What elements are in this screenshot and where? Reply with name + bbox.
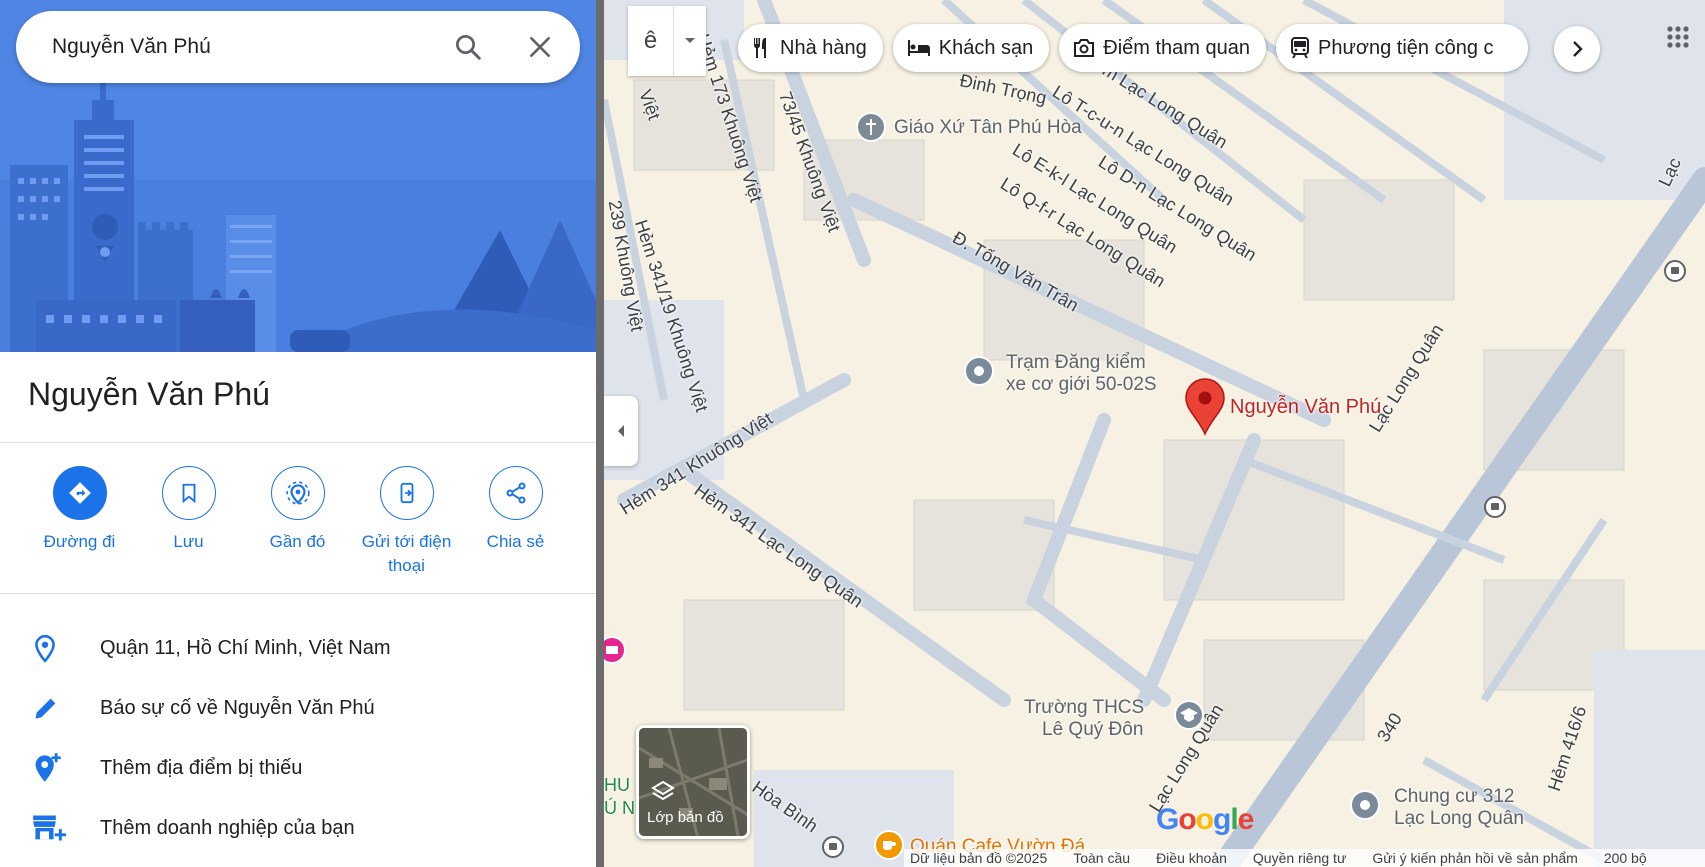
chevron-right-icon xyxy=(1573,41,1583,57)
hotel-icon xyxy=(907,40,930,56)
bookmark-icon xyxy=(161,466,216,520)
place-marker-label[interactable]: Nguyễn Văn Phú xyxy=(1230,396,1381,419)
address-text: Quận 11, Hồ Chí Minh, Việt Nam xyxy=(100,636,391,659)
apps-grid-icon[interactable] xyxy=(1666,25,1690,54)
add-location-icon xyxy=(0,752,100,784)
chip-transit-label: Phương tiện công c xyxy=(1318,36,1494,59)
scale-label[interactable]: 200 bộ xyxy=(1604,850,1647,866)
panel-scrollbar[interactable] xyxy=(596,0,604,867)
directions-button[interactable]: Đường đi xyxy=(25,466,134,586)
search-input[interactable]: Nguyễn Văn Phú xyxy=(52,35,432,59)
map-base xyxy=(604,0,1705,867)
search-box[interactable]: Nguyễn Văn Phú xyxy=(16,11,580,83)
chip-restaurants-label: Nhà hàng xyxy=(780,36,867,59)
send-to-phone-button[interactable]: Gửi tới điện thoại xyxy=(352,466,461,586)
poi-church-label[interactable]: Giáo Xứ Tân Phú Hòa xyxy=(894,117,1082,139)
nearby-button[interactable]: Gần đó xyxy=(243,466,352,586)
inspection-station-icon[interactable] xyxy=(964,356,994,386)
directions-icon xyxy=(52,466,107,520)
report-row[interactable]: Báo sự cố về Nguyễn Văn Phú xyxy=(0,680,596,736)
add-business-text: Thêm doanh nghiệp của bạn xyxy=(100,816,355,839)
divider xyxy=(0,593,596,594)
cafe-icon[interactable] xyxy=(874,830,904,860)
chevron-left-icon xyxy=(618,425,624,437)
add-business-icon xyxy=(0,813,100,843)
transit-icon xyxy=(1291,37,1310,59)
search-icon[interactable] xyxy=(432,11,504,83)
chips-next-button[interactable] xyxy=(1554,26,1600,72)
close-icon[interactable] xyxy=(504,11,576,83)
nearby-icon xyxy=(270,466,325,520)
add-business-row[interactable]: Thêm doanh nghiệp của bạn xyxy=(0,800,596,856)
place-marker-icon[interactable] xyxy=(1184,378,1226,436)
layers-label: Lớp bản đồ xyxy=(647,809,724,826)
language-label[interactable]: ê xyxy=(628,6,674,76)
terms-link[interactable]: Điều khoản xyxy=(1156,850,1227,866)
poi-inspection-label-1[interactable]: Trạm Đăng kiểm xyxy=(1006,352,1146,374)
bus-stop-icon[interactable] xyxy=(1484,496,1506,518)
street-un: Ú N xyxy=(604,798,635,818)
chip-restaurants[interactable]: Nhà hàng xyxy=(738,24,883,72)
address-row[interactable]: Quận 11, Hồ Chí Minh, Việt Nam xyxy=(0,620,596,676)
share-icon xyxy=(488,466,543,520)
church-icon[interactable] xyxy=(856,112,886,142)
nearby-label: Gần đó xyxy=(269,532,326,551)
google-logo: Google xyxy=(1156,803,1254,836)
share-button[interactable]: Chia sẻ xyxy=(461,466,570,586)
map-data-credit: Dữ liệu bản đồ ©2025 xyxy=(910,850,1048,866)
school-icon[interactable] xyxy=(1174,700,1204,730)
phone-icon xyxy=(379,466,434,520)
save-button[interactable]: Lưu xyxy=(134,466,243,586)
chip-attractions[interactable]: Điểm tham quan xyxy=(1059,24,1267,72)
feedback-link[interactable]: Gửi ý kiến phản hồi về sản phẩm xyxy=(1372,850,1578,866)
chip-transit[interactable]: Phương tiện công c xyxy=(1276,24,1528,72)
privacy-link[interactable]: Quyền riêng tư xyxy=(1253,850,1346,866)
location-pin-icon xyxy=(0,633,100,663)
restaurant-icon xyxy=(753,38,766,58)
global-link[interactable]: Toàn cầu xyxy=(1073,850,1130,866)
chevron-down-icon[interactable] xyxy=(674,6,706,76)
add-place-text: Thêm địa điểm bị thiếu xyxy=(100,756,303,779)
divider xyxy=(0,442,596,443)
poi-apartment-label-2[interactable]: Lạc Long Quân xyxy=(1394,808,1524,830)
map-canvas[interactable]: Đ. Tống Văn Trân Lạc Long Quân Lạc Long … xyxy=(604,0,1705,867)
apartment-icon[interactable] xyxy=(1350,790,1380,820)
send-to-phone-label: Gửi tới điện thoại xyxy=(361,532,452,575)
action-buttons: Đường đi Lưu Gần đó Gửi tới điện thoại C… xyxy=(0,466,596,586)
chip-attractions-label: Điểm tham quan xyxy=(1103,36,1251,59)
map-footer: Dữ liệu bản đồ ©2025 Toàn cầu Điều khoản… xyxy=(904,849,1705,867)
camera-icon xyxy=(1074,39,1095,57)
collapse-panel-button[interactable] xyxy=(604,396,638,466)
bus-stop-icon[interactable] xyxy=(1664,260,1686,282)
layers-button[interactable]: Lớp bản đồ xyxy=(636,725,750,839)
poi-inspection-label-2[interactable]: xe cơ giới 50-02S xyxy=(1006,374,1157,396)
save-label: Lưu xyxy=(173,532,204,551)
chip-hotels[interactable]: Khách sạn xyxy=(892,24,1050,72)
pencil-icon xyxy=(0,694,100,722)
directions-label: Đường đi xyxy=(43,532,116,551)
add-place-row[interactable]: Thêm địa điểm bị thiếu xyxy=(0,740,596,796)
poi-school-label-1[interactable]: Trường THCS xyxy=(1024,697,1144,719)
google-maps-app: Nguyễn Văn Phú Nguyễn Văn Phú Đường đi L… xyxy=(0,0,1705,867)
language-toggle[interactable]: ê xyxy=(628,6,706,76)
layers-icon xyxy=(651,780,675,801)
street-hu: HU xyxy=(604,775,630,795)
place-panel: Nguyễn Văn Phú Nguyễn Văn Phú Đường đi L… xyxy=(0,0,596,867)
place-title: Nguyễn Văn Phú xyxy=(28,376,270,412)
share-label: Chia sẻ xyxy=(486,532,545,551)
category-chips: Nhà hàng Khách sạn Điểm tham quan Phương… xyxy=(738,24,1528,72)
chip-hotels-label: Khách sạn xyxy=(938,36,1034,59)
bus-stop-icon[interactable] xyxy=(822,836,844,858)
report-text: Báo sự cố về Nguyễn Văn Phú xyxy=(100,696,375,719)
poi-apartment-label-1[interactable]: Chung cư 312 xyxy=(1394,786,1514,808)
poi-school-label-2[interactable]: Lê Quý Đôn xyxy=(1042,719,1143,741)
